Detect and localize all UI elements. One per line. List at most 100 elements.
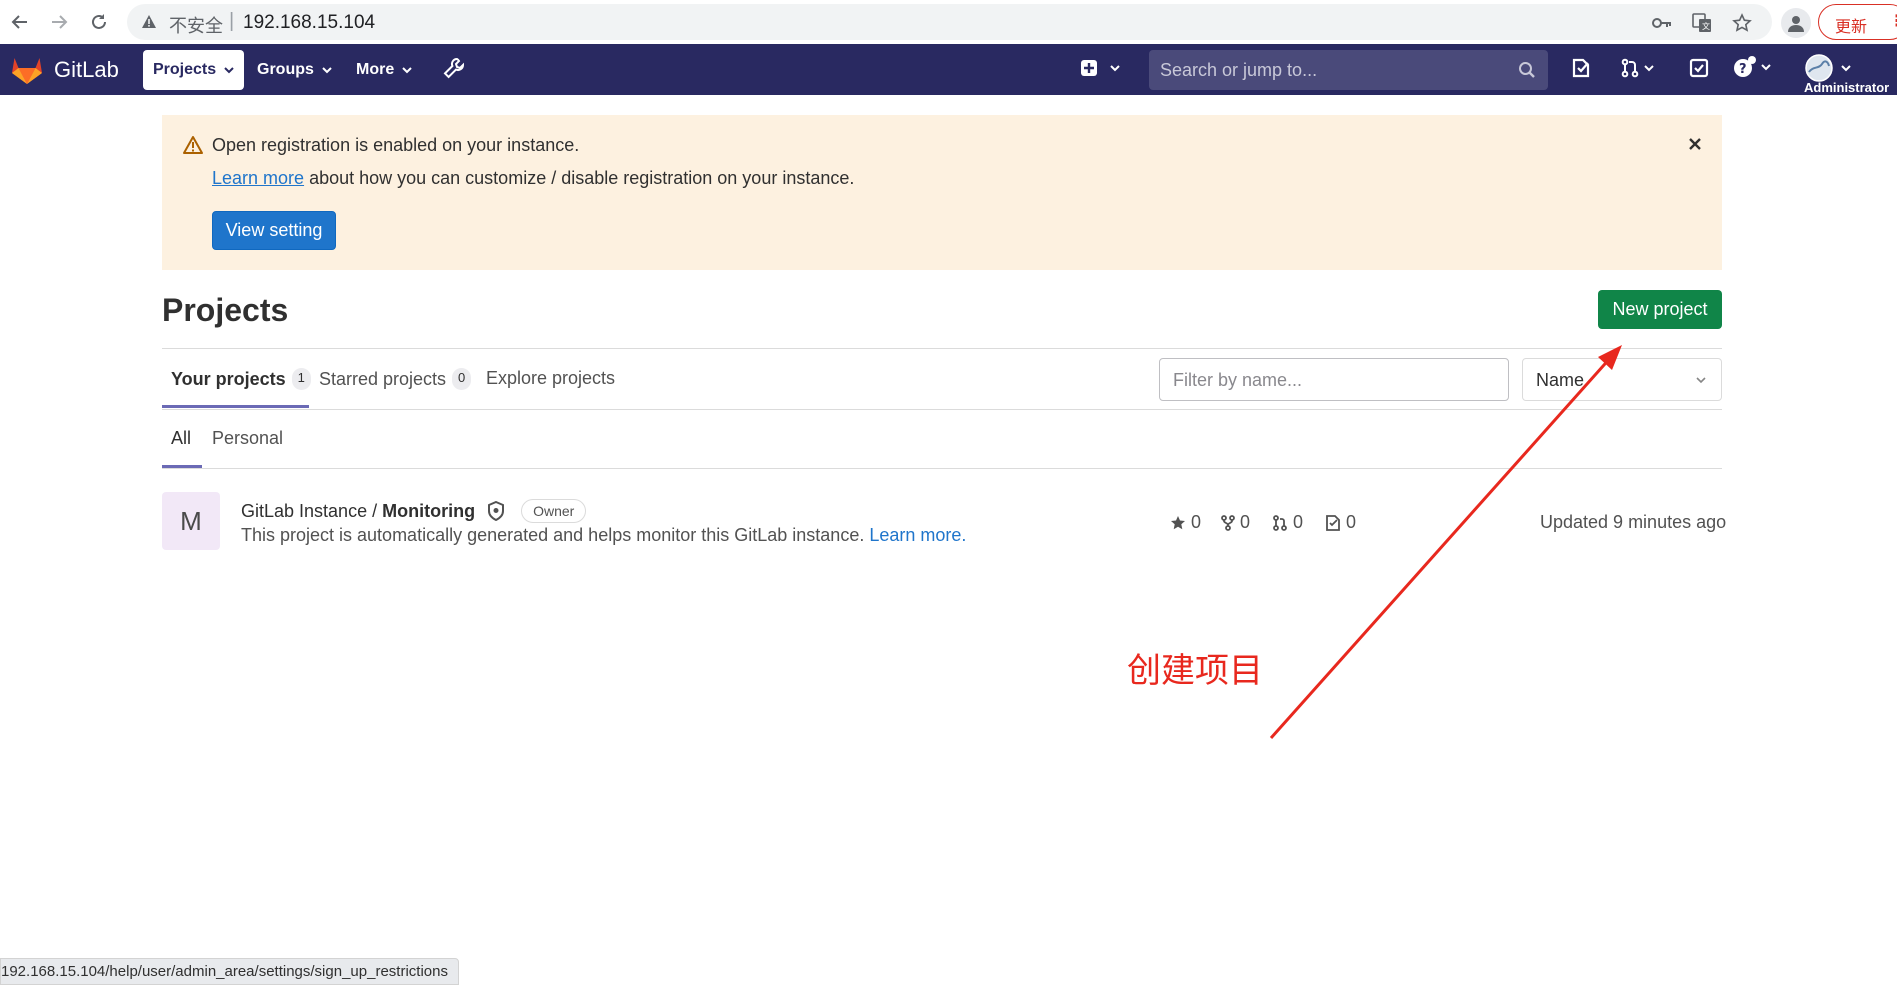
tab-label: Explore projects bbox=[486, 368, 616, 388]
alert-title: Open registration is enabled on your ins… bbox=[212, 135, 580, 155]
role-badge: Owner bbox=[521, 499, 587, 523]
divider bbox=[162, 409, 1722, 410]
tanuki-icon bbox=[12, 58, 42, 84]
plus-square-icon bbox=[1081, 60, 1097, 76]
update-label: 更新 bbox=[1835, 19, 1868, 36]
chevron-down-icon bbox=[224, 67, 234, 74]
tab-count-badge: 0 bbox=[452, 368, 472, 390]
merge-request-icon bbox=[1621, 58, 1639, 78]
divider bbox=[162, 348, 1722, 349]
search-placeholder: Search or jump to... bbox=[1160, 60, 1318, 80]
nav-more-label: More bbox=[356, 61, 395, 78]
new-project-button[interactable]: New project bbox=[1598, 290, 1722, 329]
search-icon bbox=[1518, 61, 1536, 79]
user-menu-dropdown[interactable] bbox=[1805, 54, 1851, 82]
help-dropdown[interactable]: ? bbox=[1733, 56, 1771, 78]
nav-groups-label: Groups bbox=[257, 61, 314, 78]
address-separator: | bbox=[229, 10, 235, 32]
url-text: 192.168.15.104 bbox=[243, 12, 376, 33]
translate-icon[interactable]: 文 bbox=[1691, 12, 1713, 34]
nav-more-dropdown[interactable]: More bbox=[346, 50, 422, 90]
forks-value: 0 bbox=[1240, 512, 1251, 532]
new-item-dropdown[interactable] bbox=[1080, 59, 1120, 77]
alert-body-text: about how you can customize / disable re… bbox=[304, 168, 855, 188]
alert-body: Learn more about how you can customize /… bbox=[212, 168, 854, 189]
merge-request-icon bbox=[1273, 514, 1287, 531]
merge-requests-value: 0 bbox=[1293, 512, 1304, 532]
user-name-label: Administrator bbox=[1804, 80, 1890, 95]
tab-your-projects[interactable]: Your projects 1 bbox=[171, 368, 311, 390]
annotation-label: 创建项目 bbox=[1127, 651, 1263, 691]
chevron-down-icon bbox=[1841, 65, 1851, 72]
bookmark-star-icon[interactable] bbox=[1731, 12, 1753, 34]
avatar bbox=[1805, 54, 1833, 82]
chevron-down-icon bbox=[402, 67, 412, 74]
insecure-label: 不安全 bbox=[169, 16, 223, 36]
nav-projects-label: Projects bbox=[153, 61, 217, 78]
subtab-personal[interactable]: Personal bbox=[212, 428, 283, 449]
subtab-all[interactable]: All bbox=[171, 428, 191, 449]
browser-toolbar: 不安全 | 192.168.15.104 文 更新 ⋮ bbox=[0, 0, 1897, 44]
todos-icon[interactable] bbox=[1689, 58, 1709, 78]
merge-requests-count[interactable]: 0 bbox=[1272, 512, 1303, 533]
search-input[interactable]: Search or jump to... bbox=[1149, 50, 1548, 90]
filter-placeholder: Filter by name... bbox=[1173, 370, 1303, 390]
stars-value: 0 bbox=[1191, 512, 1202, 532]
project-namespace: GitLab Instance / bbox=[241, 500, 383, 521]
key-icon[interactable] bbox=[1651, 12, 1673, 34]
warning-icon bbox=[141, 14, 157, 29]
issues-icon[interactable] bbox=[1571, 58, 1591, 78]
admin-wrench-icon[interactable] bbox=[443, 57, 465, 79]
shield-icon bbox=[488, 501, 505, 521]
project-avatar[interactable]: M bbox=[162, 492, 220, 550]
updated-timestamp: Updated 9 minutes ago bbox=[1540, 512, 1727, 532]
description-text: This project is automatically generated … bbox=[241, 525, 870, 545]
chevron-down-icon bbox=[1761, 64, 1771, 71]
forks-count[interactable]: 0 bbox=[1221, 512, 1250, 533]
merge-requests-dropdown[interactable] bbox=[1620, 58, 1654, 78]
issues-value: 0 bbox=[1346, 512, 1357, 532]
issues-count[interactable]: 0 bbox=[1325, 512, 1356, 533]
back-icon[interactable] bbox=[7, 9, 33, 35]
tab-starred-projects[interactable]: Starred projects 0 bbox=[319, 368, 472, 390]
gitlab-logo[interactable]: GitLab bbox=[11, 55, 119, 85]
svg-text:?: ? bbox=[1739, 62, 1747, 77]
filter-by-name-input[interactable]: Filter by name... bbox=[1159, 358, 1509, 401]
help-icon: ? bbox=[1734, 56, 1756, 77]
star-icon bbox=[1171, 515, 1185, 529]
registration-alert: Open registration is enabled on your ins… bbox=[162, 115, 1722, 270]
tab-label: Starred projects bbox=[319, 368, 447, 389]
profile-icon[interactable] bbox=[1781, 8, 1811, 38]
chevron-down-icon bbox=[1696, 377, 1706, 384]
reload-icon[interactable] bbox=[86, 9, 112, 35]
sort-value: Name bbox=[1536, 370, 1585, 390]
learn-more-link[interactable]: Learn more bbox=[212, 168, 304, 188]
chevron-down-icon bbox=[1644, 65, 1654, 72]
project-link[interactable]: GitLab Instance / Monitoring bbox=[241, 501, 475, 522]
project-name: Monitoring bbox=[382, 500, 476, 521]
browser-status-bar: 192.168.15.104/help/user/admin_area/sett… bbox=[0, 958, 459, 985]
chevron-down-icon bbox=[1110, 65, 1120, 72]
active-tab-indicator bbox=[162, 405, 309, 408]
svg-text:文: 文 bbox=[1702, 21, 1710, 31]
kebab-menu-icon[interactable]: ⋮ bbox=[1889, 11, 1897, 31]
view-setting-button[interactable]: View setting bbox=[212, 211, 336, 250]
tab-explore-projects[interactable]: Explore projects bbox=[486, 368, 615, 389]
description-learn-more-link[interactable]: Learn more. bbox=[869, 525, 966, 545]
stars-count[interactable]: 0 bbox=[1170, 512, 1201, 533]
close-icon[interactable] bbox=[1688, 137, 1702, 151]
sort-dropdown[interactable]: Name bbox=[1522, 358, 1722, 401]
forward-icon[interactable] bbox=[46, 9, 72, 35]
divider bbox=[162, 468, 1722, 469]
address-bar[interactable]: 不安全 | 192.168.15.104 文 bbox=[127, 4, 1772, 40]
tab-count-badge: 1 bbox=[291, 368, 311, 390]
project-description: This project is automatically generated … bbox=[241, 525, 966, 546]
page-title: Projects bbox=[162, 292, 289, 328]
browser-update-button[interactable]: 更新 ⋮ bbox=[1818, 4, 1897, 40]
nav-groups-dropdown[interactable]: Groups bbox=[247, 50, 342, 90]
warning-icon bbox=[182, 135, 204, 155]
nav-projects-dropdown[interactable]: Projects bbox=[143, 50, 245, 90]
chevron-down-icon bbox=[322, 67, 332, 74]
fork-icon bbox=[1221, 514, 1235, 531]
issues-icon bbox=[1326, 514, 1340, 531]
